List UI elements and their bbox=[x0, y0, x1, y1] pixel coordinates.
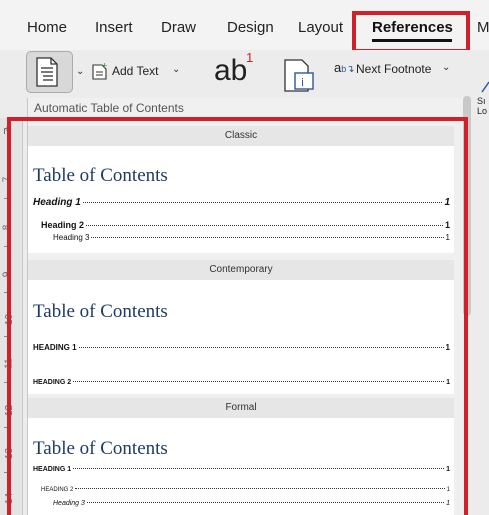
add-text-chevron-icon: ⌄ bbox=[172, 64, 181, 75]
next-footnote-chevron-icon: ⌄ bbox=[442, 62, 451, 73]
insert-endnote-icon[interactable]: i bbox=[282, 57, 322, 93]
tab-draw[interactable]: Draw bbox=[161, 19, 196, 36]
add-text-icon: + bbox=[92, 62, 108, 80]
next-footnote-icon: ab↴ bbox=[334, 60, 355, 75]
cut-off-ribbon-icon bbox=[481, 81, 489, 93]
toc-gallery-highlight bbox=[7, 117, 468, 515]
footnote-icon: ab bbox=[214, 54, 248, 87]
toc-dropdown-chevron-icon[interactable]: ⌄ bbox=[76, 66, 84, 77]
footnote-superscript: 1 bbox=[246, 50, 254, 65]
svg-text:i: i bbox=[301, 76, 304, 89]
table-of-contents-button[interactable] bbox=[26, 51, 73, 93]
next-footnote-label: Next Footnote bbox=[356, 62, 432, 76]
cut-off-ribbon-label: Sı Lo bbox=[477, 96, 488, 116]
tab-home[interactable]: Home bbox=[27, 19, 67, 36]
svg-text:+: + bbox=[101, 62, 108, 70]
gallery-header: Automatic Table of Contents bbox=[34, 101, 184, 115]
tab-insert[interactable]: Insert bbox=[95, 19, 133, 36]
tab-mailings-partial[interactable]: M bbox=[477, 19, 489, 36]
add-text-label: Add Text bbox=[112, 64, 159, 78]
insert-footnote-button[interactable]: ab 1 bbox=[214, 50, 253, 88]
tab-design[interactable]: Design bbox=[227, 19, 274, 36]
references-tab-highlight bbox=[352, 11, 470, 53]
table-of-contents-icon bbox=[36, 57, 58, 87]
tab-layout[interactable]: Layout bbox=[298, 19, 343, 36]
